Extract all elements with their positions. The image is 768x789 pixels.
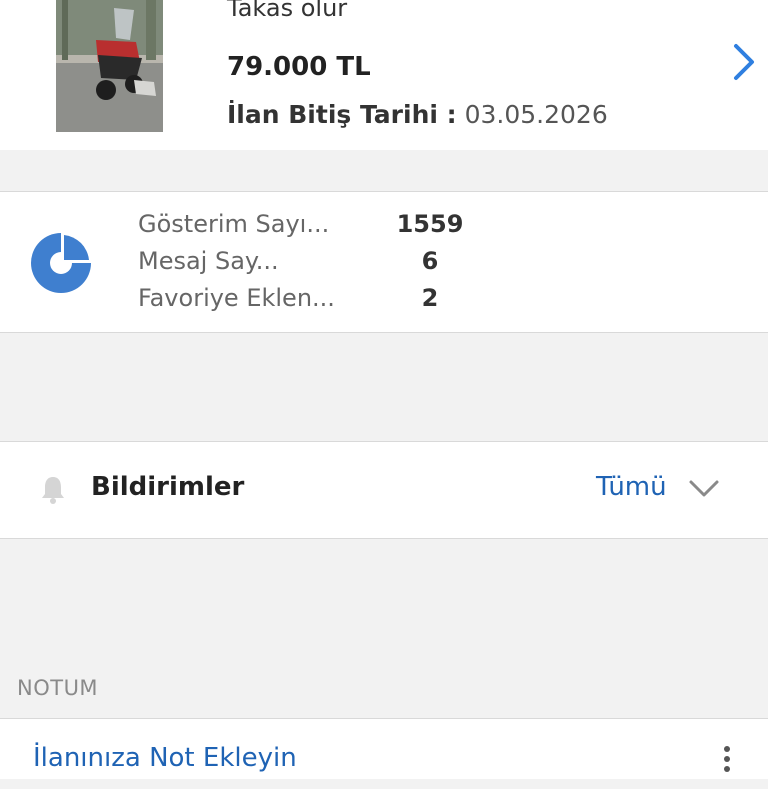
more-vertical-icon[interactable] bbox=[720, 745, 734, 785]
chevron-down-icon bbox=[688, 478, 720, 500]
stat-value: 1559 bbox=[396, 210, 464, 238]
end-date-value: 03.05.2026 bbox=[464, 100, 608, 129]
motorcycle-photo bbox=[56, 0, 163, 132]
end-date-label: İlan Bitiş Tarihi : bbox=[227, 100, 457, 129]
notifications-title: Bildirimler bbox=[91, 472, 245, 502]
statistics-card: Gösterim Sayı... 1559 Mesaj Say... 6 Fav… bbox=[0, 191, 768, 333]
note-section-header: NOTUM bbox=[17, 676, 99, 700]
stat-row-views: Gösterim Sayı... 1559 bbox=[138, 210, 558, 246]
pie-chart-icon bbox=[30, 232, 92, 294]
listing-end-date: İlan Bitiş Tarihi : 03.05.2026 bbox=[227, 100, 608, 129]
stat-row-favorites: Favoriye Eklen... 2 bbox=[138, 284, 558, 320]
listing-card[interactable]: Takas olur 79.000 TL İlan Bitiş Tarihi :… bbox=[0, 0, 768, 150]
stat-label: Mesaj Say... bbox=[138, 247, 279, 275]
notifications-filter-dropdown[interactable]: Tümü bbox=[596, 470, 736, 510]
note-card: İlanınıza Not Ekleyin bbox=[0, 718, 768, 779]
listing-tag: Takas olur bbox=[227, 0, 348, 22]
stat-label: Gösterim Sayı... bbox=[138, 210, 330, 238]
filter-label: Tümü bbox=[596, 472, 667, 502]
stat-row-messages: Mesaj Say... 6 bbox=[138, 247, 558, 283]
stat-value: 6 bbox=[421, 247, 439, 275]
bell-icon bbox=[40, 475, 66, 505]
stat-label: Favoriye Eklen... bbox=[138, 284, 335, 312]
stat-value: 2 bbox=[421, 284, 439, 312]
chevron-right-icon[interactable] bbox=[726, 40, 762, 84]
add-note-link[interactable]: İlanınıza Not Ekleyin bbox=[33, 743, 297, 773]
listing-price: 79.000 TL bbox=[227, 52, 371, 82]
listing-thumbnail[interactable] bbox=[56, 0, 163, 132]
notifications-card: Bildirimler Tümü bbox=[0, 441, 768, 539]
